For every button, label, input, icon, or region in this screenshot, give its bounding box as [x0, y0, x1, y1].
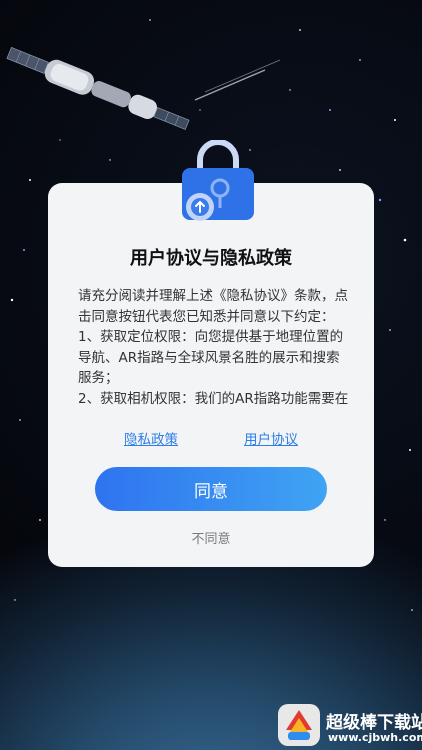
satellite-image	[6, 46, 190, 130]
agree-button[interactable]: 同意	[95, 467, 327, 511]
agreement-paragraph: 1、获取定位权限：向您提供基于地理位置的导航、AR指路与全球风景名胜的展示和搜索…	[78, 329, 344, 386]
agreement-dialog: 用户协议与隐私政策 请充分阅读并理解上述《隐私协议》条款，点击同意按钮代表您已知…	[48, 183, 374, 567]
agreement-paragraph: 2、获取相机权限：我们的AR指路功能需要在相机拍摄场景画面上绘制路线，等必要指引…	[78, 390, 349, 407]
lock-badge-icon	[182, 140, 254, 221]
dialog-title: 用户协议与隐私政策	[130, 248, 292, 269]
upload-arrow-icon	[186, 193, 214, 221]
site-watermark: 超级棒下载站 www.cjbwh.com	[276, 702, 422, 748]
agreement-text: 请充分阅读并理解上述《隐私协议》条款，点击同意按钮代表您已知悉并同意以下约定： …	[78, 286, 352, 410]
watermark-title: 超级棒下载站	[326, 713, 422, 733]
agreement-paragraph: 请充分阅读并理解上述《隐私协议》条款，点击同意按钮代表您已知悉并同意以下约定：	[78, 288, 348, 325]
watermark-url: www.cjbwh.com	[328, 731, 422, 744]
privacy-policy-link[interactable]: 隐私政策	[124, 428, 178, 448]
disagree-button[interactable]: 不同意	[48, 528, 374, 547]
user-agreement-link[interactable]: 用户协议	[244, 428, 298, 448]
site-logo-icon	[278, 704, 320, 746]
